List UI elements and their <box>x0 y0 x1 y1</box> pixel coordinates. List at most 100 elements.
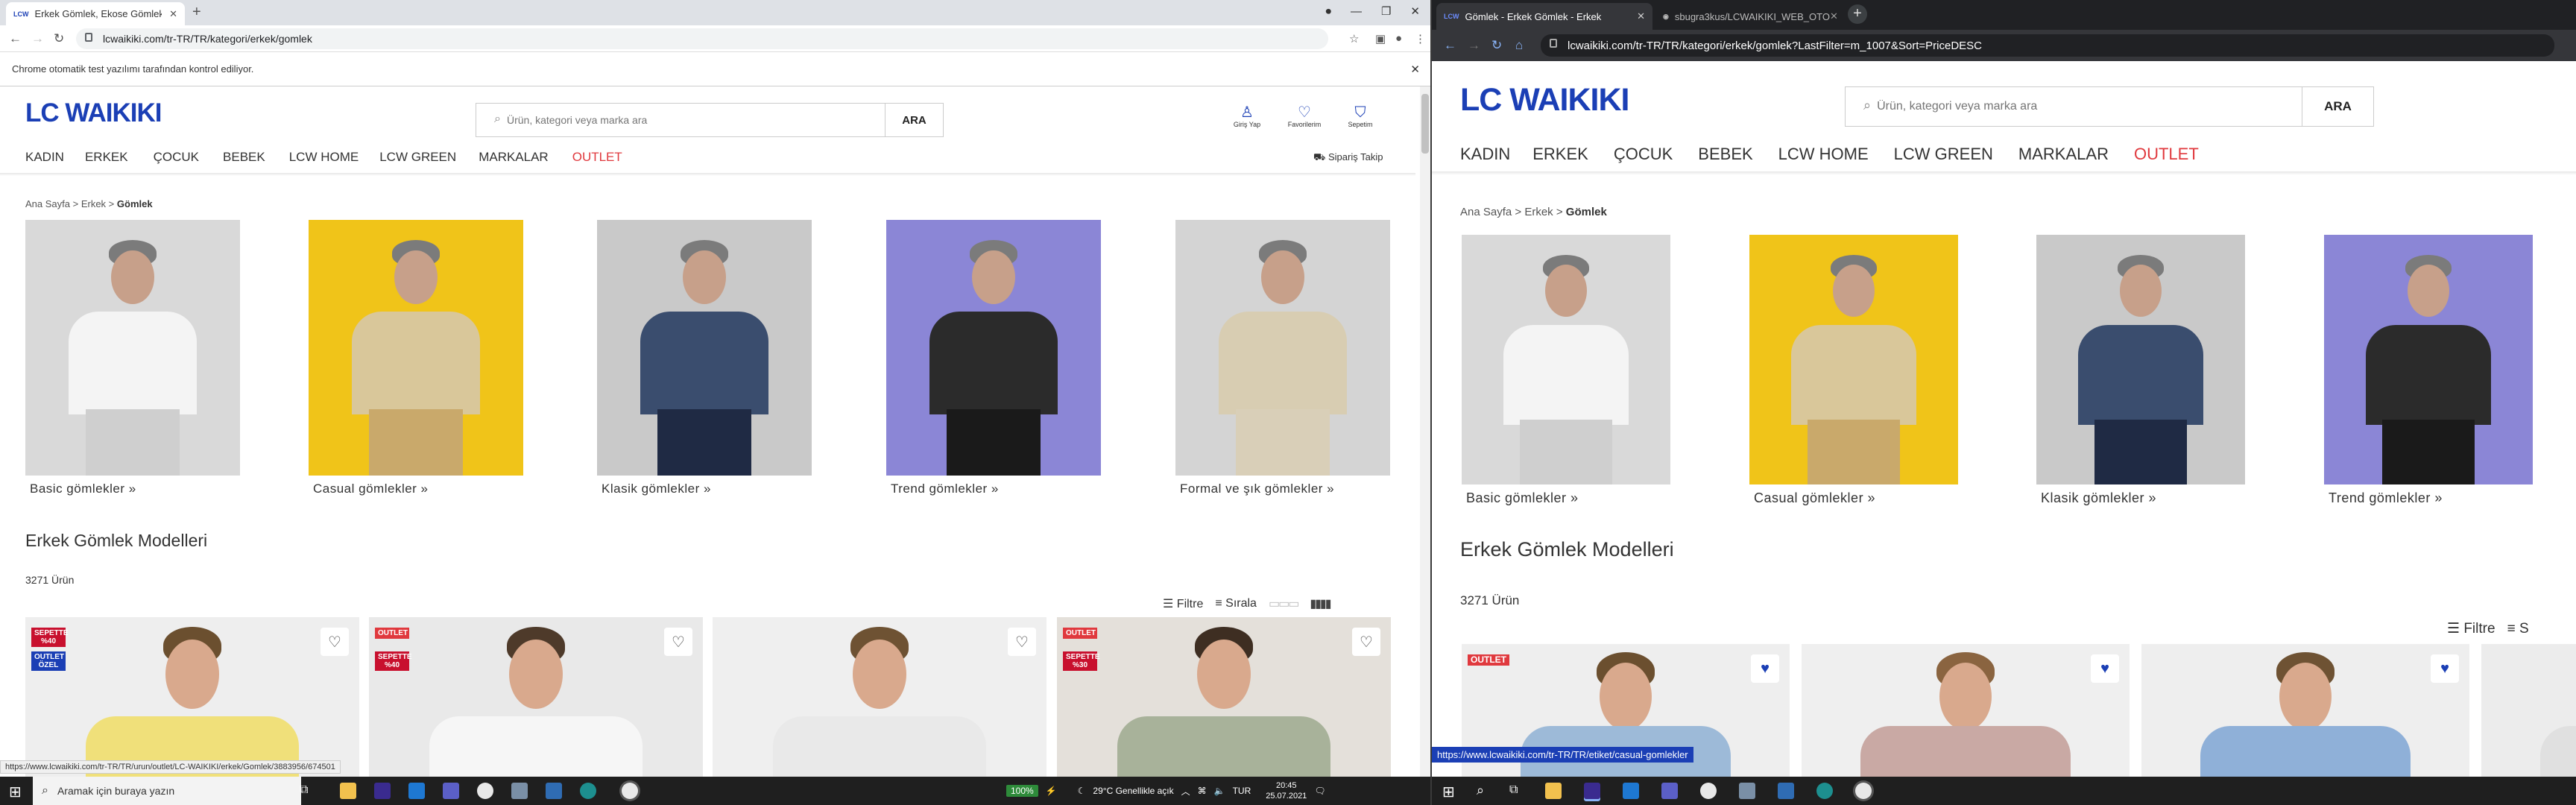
search-icon[interactable]: ⌕ <box>1477 783 1484 798</box>
menu-item-7[interactable]: OUTLET <box>572 150 622 165</box>
category-link[interactable]: Klasik gömlekler » <box>2041 490 2245 506</box>
chrome-active-icon[interactable] <box>1855 783 1872 799</box>
category-card[interactable]: Klasik gömlekler » <box>597 220 812 496</box>
category-card[interactable]: Trend gömlekler » <box>2324 235 2533 506</box>
menu-dots-icon[interactable]: ⋮ <box>1415 32 1426 45</box>
mail-icon[interactable] <box>408 783 425 799</box>
product-card[interactable]: ♡ <box>713 617 1046 777</box>
address-bar[interactable]: lcwaikiki.com/tr-TR/TR/kategori/erkek/go… <box>1541 34 2554 57</box>
crumb-home[interactable]: Ana Sayfa <box>25 198 70 209</box>
category-image[interactable] <box>1175 220 1390 476</box>
taskbar-search[interactable]: ⌕ Aramak için buraya yazın <box>33 777 301 805</box>
edge-icon[interactable] <box>580 783 596 799</box>
new-tab-icon[interactable]: + <box>1848 4 1867 24</box>
product-card[interactable]: ♥ <box>2481 644 2576 777</box>
category-link[interactable]: Basic gömlekler » <box>1466 490 1670 506</box>
weather-text[interactable]: 29°C Genellikle açık <box>1093 786 1173 796</box>
minimize-icon[interactable]: — <box>1351 5 1362 18</box>
menu-item-5[interactable]: LCW GREEN <box>379 150 456 165</box>
category-image[interactable] <box>2324 235 2533 484</box>
menu-item-2[interactable]: ÇOCUK <box>154 150 199 165</box>
favorite-button[interactable]: ♡ <box>1352 628 1380 656</box>
home-icon[interactable]: ⌂ <box>1515 38 1523 53</box>
notification-icon[interactable]: 🗨 <box>1314 786 1325 796</box>
menu-item-7[interactable]: OUTLET <box>2134 145 2199 164</box>
tab-lcw[interactable]: LCW Erkek Gömlek, Ekose Gömlek, Slim ✕ <box>6 2 185 25</box>
reload-icon[interactable]: ↻ <box>1491 38 1502 53</box>
grid-small-icon[interactable]: ▭▭▭ <box>1269 596 1299 611</box>
page-scrollbar[interactable] <box>1420 86 1430 777</box>
menu-item-4[interactable]: LCW HOME <box>1778 145 1869 164</box>
category-card[interactable]: Casual gömlekler » <box>1749 235 1958 506</box>
search-input[interactable] <box>506 104 885 136</box>
category-image[interactable] <box>309 220 523 476</box>
menu-item-6[interactable]: MARKALAR <box>2018 145 2109 164</box>
product-card[interactable]: ♥ <box>1802 644 2130 777</box>
lang-indicator[interactable]: TUR <box>1233 786 1251 796</box>
back-icon[interactable]: ← <box>9 31 22 46</box>
battery-indicator[interactable]: 100% <box>1006 785 1038 797</box>
category-image[interactable] <box>2036 235 2245 484</box>
tab-github[interactable]: ◉ sbugra3kus/LCWAIKIKI_WEB_OTO ✕ <box>1655 3 1842 30</box>
chrome-active-icon[interactable] <box>622 783 638 799</box>
mail-icon[interactable] <box>1623 783 1639 799</box>
sort-button[interactable]: ≡ Sırala <box>1215 597 1257 610</box>
notepad-icon[interactable] <box>511 783 528 799</box>
category-card[interactable]: Formal ve şık gömlekler » <box>1175 220 1390 496</box>
category-image[interactable] <box>1749 235 1958 484</box>
address-bar[interactable]: lcwaikiki.com/tr-TR/TR/kategori/erkek/go… <box>76 28 1328 49</box>
task-view-icon[interactable]: ⧉ <box>300 783 308 797</box>
category-link[interactable]: Klasik gömlekler » <box>602 482 812 496</box>
favorite-button[interactable]: ♥ <box>2431 654 2459 683</box>
category-image[interactable] <box>597 220 812 476</box>
menu-item-5[interactable]: LCW GREEN <box>1894 145 1993 164</box>
teams-icon[interactable] <box>1661 783 1678 799</box>
record-icon[interactable]: ⏺ <box>1325 5 1331 18</box>
favorite-button[interactable]: ♡ <box>664 628 692 656</box>
teams-icon[interactable] <box>443 783 459 799</box>
menu-item-3[interactable]: BEBEK <box>223 150 265 165</box>
lcw-logo[interactable]: LC WAIKIKI <box>1460 82 1629 119</box>
favorite-button[interactable]: ♥ <box>2091 654 2119 683</box>
forward-icon[interactable]: → <box>31 31 44 46</box>
chrome-icon[interactable] <box>1700 783 1717 799</box>
search-button[interactable]: ARA <box>885 104 943 136</box>
category-image[interactable] <box>886 220 1101 476</box>
crumb-erkek[interactable]: Erkek <box>81 198 106 209</box>
menu-item-3[interactable]: BEBEK <box>1698 145 1752 164</box>
speaker-icon[interactable]: 🔈 <box>1214 786 1225 796</box>
chevron-up-icon[interactable]: ︿ <box>1181 785 1190 798</box>
chrome-icon[interactable] <box>477 783 493 799</box>
file-explorer-icon[interactable] <box>340 783 356 799</box>
file-explorer-icon[interactable] <box>1545 783 1562 799</box>
close-icon[interactable]: ✕ <box>1830 10 1838 22</box>
category-link[interactable]: Trend gömlekler » <box>2329 490 2533 506</box>
jetbrains-icon[interactable] <box>374 783 391 799</box>
product-card[interactable]: ♡ OUTLET SEPETTE %30 <box>1057 617 1391 777</box>
category-image[interactable] <box>25 220 240 476</box>
jetbrains-icon[interactable] <box>1584 783 1600 799</box>
login-link[interactable]: ♙ Giriş Yap <box>1228 104 1266 128</box>
infobar-close-icon[interactable]: ✕ <box>1410 63 1420 76</box>
scrollbar-thumb[interactable] <box>1421 94 1429 154</box>
category-link[interactable]: Casual gömlekler » <box>1754 490 1958 506</box>
lcw-logo[interactable]: LC WAIKIKI <box>25 98 162 128</box>
favorites-link[interactable]: ♡ Favorilerim <box>1284 104 1325 128</box>
favorite-button[interactable]: ♡ <box>1008 628 1036 656</box>
menu-item-1[interactable]: ERKEK <box>85 150 128 165</box>
close-icon[interactable]: ✕ <box>169 8 177 20</box>
category-link[interactable]: Formal ve şık gömlekler » <box>1180 482 1390 496</box>
filter-button[interactable]: ☰ Filtre <box>1163 596 1203 611</box>
product-card[interactable]: ♥ <box>2141 644 2469 777</box>
maximize-icon[interactable]: ❐ <box>1381 4 1391 18</box>
product-card[interactable]: ♡ OUTLET SEPETTE %40 <box>369 617 703 777</box>
menu-item-4[interactable]: LCW HOME <box>289 150 359 165</box>
notepad-icon[interactable] <box>1739 783 1755 799</box>
category-card[interactable]: Basic gömlekler » <box>1462 235 1670 506</box>
back-icon[interactable]: ← <box>1444 38 1456 53</box>
category-card[interactable]: Casual gömlekler » <box>309 220 523 496</box>
tab-lcw-gomlek[interactable]: LCW Gömlek - Erkek Gömlek - Erkek ✕ <box>1436 3 1652 30</box>
close-window-icon[interactable]: ✕ <box>1410 4 1420 18</box>
profile-icon[interactable]: ● <box>1395 32 1402 45</box>
order-tracking-link[interactable]: ⛟ Sipariş Takip <box>1313 151 1383 165</box>
